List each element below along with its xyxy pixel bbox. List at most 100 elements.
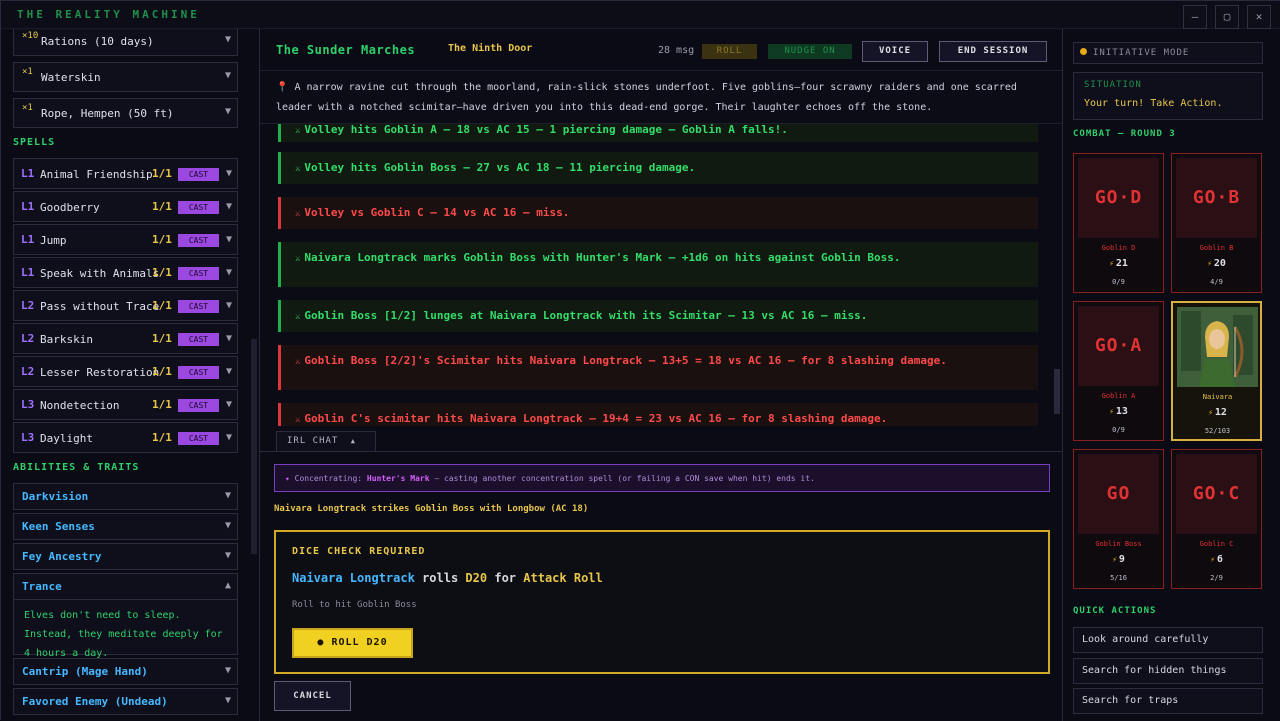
- chevron-down-icon: ▼: [225, 300, 232, 311]
- initiative-icon: ⚡: [1208, 408, 1213, 417]
- chevron-down-icon: ▼: [224, 665, 231, 676]
- trait-name: Favored Enemy (Undead): [22, 695, 168, 708]
- swords-icon: ⚔: [295, 254, 301, 264]
- spell-level: L2: [21, 299, 35, 312]
- initiative-icon: ⚡: [1210, 555, 1215, 564]
- voice-button[interactable]: VOICE: [862, 41, 928, 62]
- spells-header: SPELLS: [13, 137, 56, 148]
- cast-button[interactable]: CAST: [178, 300, 219, 313]
- initiative-number: 20: [1213, 258, 1226, 269]
- spell-row[interactable]: L2 Barkskin 1/1 CAST ▼: [13, 323, 238, 354]
- log-text: Volley hits Goblin A — 18 vs AC 15 — 1 p…: [304, 124, 788, 136]
- cast-button[interactable]: CAST: [178, 168, 219, 181]
- for-word: for: [494, 571, 517, 585]
- item-name: Rations (10 days): [41, 35, 154, 48]
- combatant-name: Goblin B: [1199, 244, 1234, 252]
- combat-log: ⚔ Volley hits Goblin A — 18 vs AC 15 — 1 …: [260, 124, 1054, 426]
- combatant-card[interactable]: GO·C Goblin C ⚡ 6 2/9: [1171, 449, 1262, 589]
- cast-button[interactable]: CAST: [178, 201, 219, 214]
- quick-action-search-hidden[interactable]: Search for hidden things: [1073, 658, 1263, 684]
- cast-button[interactable]: CAST: [178, 432, 219, 445]
- combat-panel: INITIATIVE MODE SITUATION Your turn! Tak…: [1063, 29, 1280, 721]
- spell-name: Barkskin: [40, 333, 93, 346]
- trait-cantrip[interactable]: Cantrip (Mage Hand) ▼: [13, 658, 238, 685]
- character-panel: ×10 Rations (10 days) ▼ ×1 Waterskin ▼ ×…: [1, 29, 259, 721]
- combatant-card[interactable]: Naivara ⚡ 12 52/103: [1171, 301, 1262, 441]
- spell-row[interactable]: L3 Daylight 1/1 CAST ▼: [13, 422, 238, 453]
- cast-button[interactable]: CAST: [178, 267, 219, 280]
- map-pin-icon: 📍: [276, 82, 289, 93]
- trait-darkvision[interactable]: Darkvision ▼: [13, 483, 238, 510]
- location-subtitle: The Ninth Door: [448, 43, 533, 54]
- inventory-item[interactable]: ×10 Rations (10 days) ▼: [13, 29, 238, 56]
- spell-row[interactable]: L1 Jump 1/1 CAST ▼: [13, 224, 238, 255]
- enemy-portrait: GO: [1078, 454, 1159, 534]
- roll-toggle[interactable]: ROLL: [702, 44, 757, 59]
- spell-row[interactable]: L3 Nondetection 1/1 CAST ▼: [13, 389, 238, 420]
- chevron-down-icon: ▼: [225, 168, 232, 179]
- combatant-name: Naivara: [1202, 393, 1233, 401]
- spell-row[interactable]: L2 Lesser Restoration 1/1 CAST ▼: [13, 356, 238, 387]
- initiative-icon: ⚡: [1112, 555, 1117, 564]
- combatant-card[interactable]: GO Goblin Boss ⚡ 9 5/16: [1073, 449, 1164, 589]
- trait-keen-senses[interactable]: Keen Senses ▼: [13, 513, 238, 540]
- minimize-button[interactable]: —: [1183, 5, 1207, 29]
- spell-uses: 1/1: [152, 431, 172, 444]
- quick-action-search-traps[interactable]: Search for traps: [1073, 688, 1263, 714]
- initiative-mode-indicator: INITIATIVE MODE: [1073, 42, 1263, 64]
- inventory-item[interactable]: ×1 Rope, Hempen (50 ft) ▼: [13, 98, 238, 128]
- cast-button[interactable]: CAST: [178, 333, 219, 346]
- roll-d20-button[interactable]: ● ROLL D20: [292, 628, 413, 658]
- combatant-card[interactable]: GO·B Goblin B ⚡ 20 4/9: [1171, 153, 1262, 293]
- dice-check-panel: DICE CHECK REQUIRED Naivara Longtrack ro…: [274, 530, 1050, 674]
- maximize-button[interactable]: ▢: [1215, 5, 1239, 29]
- scene-text: A narrow ravine cut through the moorland…: [276, 82, 1017, 113]
- chevron-down-icon: ▼: [224, 520, 231, 531]
- spell-uses: 1/1: [152, 200, 172, 213]
- log-text: Naivara Longtrack marks Goblin Boss with…: [304, 251, 901, 264]
- spell-row[interactable]: L1 Goodberry 1/1 CAST ▼: [13, 191, 238, 222]
- cancel-button[interactable]: CANCEL: [274, 681, 351, 711]
- chevron-down-icon: ▼: [224, 34, 231, 45]
- situation-label: SITUATION: [1084, 80, 1142, 90]
- game-panel: The Sunder Marches The Ninth Door 28 msg…: [259, 29, 1063, 721]
- spell-uses: 1/1: [152, 167, 172, 180]
- combatant-card[interactable]: GO·D Goblin D ⚡ 21 0/9: [1073, 153, 1164, 293]
- cast-button[interactable]: CAST: [178, 234, 219, 247]
- enemy-portrait: GO·C: [1176, 454, 1257, 534]
- app-title: THE REALITY MACHINE: [17, 8, 200, 21]
- enemy-portrait: GO·D: [1078, 158, 1159, 238]
- trait-favored-enemy[interactable]: Favored Enemy (Undead) ▼: [13, 688, 238, 715]
- initiative-number: 21: [1115, 258, 1128, 269]
- trait-name: Keen Senses: [22, 520, 95, 533]
- spell-row[interactable]: L2 Pass without Trace 1/1 CAST ▼: [13, 290, 238, 321]
- spell-row[interactable]: L1 Speak with Animals 1/1 CAST ▼: [13, 257, 238, 288]
- item-quantity: ×10: [22, 31, 39, 41]
- trait-fey-ancestry[interactable]: Fey Ancestry ▼: [13, 543, 238, 570]
- chevron-up-icon: ▲: [224, 580, 231, 591]
- quick-action-look[interactable]: Look around carefully: [1073, 627, 1263, 653]
- close-button[interactable]: ✕: [1247, 5, 1271, 29]
- nudge-toggle[interactable]: NUDGE ON: [768, 44, 852, 59]
- chevron-down-icon: ▼: [225, 366, 232, 377]
- situation-box: SITUATION Your turn! Take Action.: [1073, 72, 1263, 120]
- cast-button[interactable]: CAST: [178, 366, 219, 379]
- log-scrollbar[interactable]: [1054, 369, 1060, 414]
- initiative-value: ⚡ 21: [1074, 258, 1163, 269]
- initiative-value: ⚡ 13: [1074, 406, 1163, 417]
- irl-chat-tab[interactable]: IRL CHAT ▲: [276, 431, 376, 451]
- spell-level: L1: [21, 167, 35, 180]
- cast-button[interactable]: CAST: [178, 399, 219, 412]
- inventory-item[interactable]: ×1 Waterskin ▼: [13, 62, 238, 92]
- spell-row[interactable]: L1 Animal Friendship 1/1 CAST ▼: [13, 158, 238, 189]
- spell-uses: 1/1: [152, 398, 172, 411]
- trait-name: Darkvision: [22, 490, 89, 503]
- scrollbar[interactable]: [251, 339, 257, 554]
- chevron-up-icon: ▲: [350, 437, 356, 445]
- trait-trance[interactable]: Trance ▲: [13, 573, 238, 600]
- die-icon: ●: [317, 637, 332, 648]
- end-session-button[interactable]: END SESSION: [939, 41, 1047, 62]
- hit-points: 2/9: [1210, 574, 1223, 582]
- initiative-value: ⚡ 12: [1173, 407, 1262, 418]
- combatant-card[interactable]: GO·A Goblin A ⚡ 13 0/9: [1073, 301, 1164, 441]
